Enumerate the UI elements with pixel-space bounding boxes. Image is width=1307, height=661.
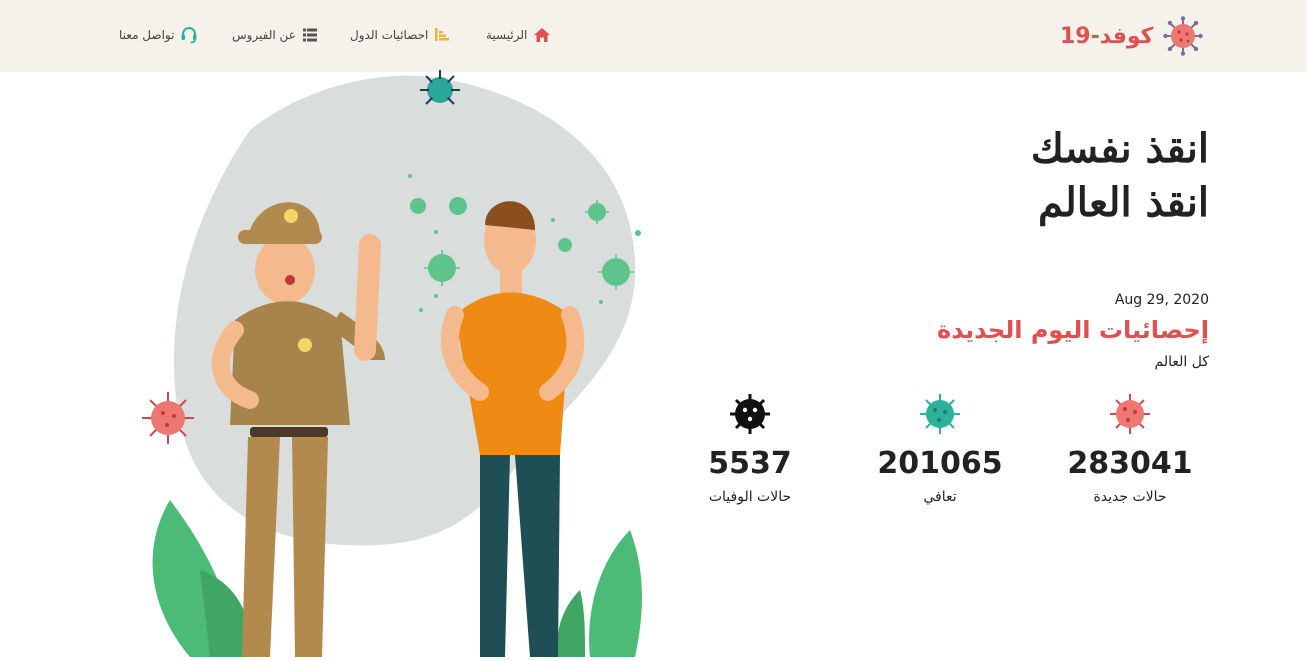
stat-label: حالات جديدة <box>1093 489 1167 505</box>
nav-label-about-virus: عن الفيروس <box>232 28 296 42</box>
headset-icon <box>180 26 198 44</box>
brand-name: كوفد-19 <box>1060 23 1154 49</box>
hero-illustration <box>130 70 650 661</box>
nav-label-home: الرئيسية <box>486 28 528 42</box>
stat-value: 5537 <box>708 446 792 481</box>
stat-label: حالات الوفيات <box>708 489 792 505</box>
hero-heading: انقذ نفسك انقذ العالم <box>1031 122 1209 230</box>
list-icon <box>302 27 318 43</box>
nav-label-country-stats: احصائيات الدول <box>350 28 429 42</box>
hero-line-2: انقذ العالم <box>1038 179 1209 226</box>
brand-logo[interactable]: كوفد-19 <box>1060 14 1204 58</box>
plant-right <box>589 530 642 657</box>
stats-date: Aug 29, 2020 <box>1114 292 1209 308</box>
red-virus-icon <box>1110 394 1150 434</box>
hero-line-1: انقذ نفسك <box>1030 125 1209 172</box>
stat-label: تعافي <box>923 489 957 505</box>
nav-label-contact: تواصل معنا <box>119 28 175 42</box>
stat-new-cases: 283041 حالات جديدة <box>1055 392 1205 505</box>
nav-item-about-virus[interactable]: عن الفيروس <box>232 24 318 46</box>
black-virus-icon <box>730 394 770 434</box>
stat-value: 283041 <box>1067 446 1193 481</box>
nav-item-contact[interactable]: تواصل معنا <box>119 24 198 46</box>
navbar: كوفد-19 الرئيسية احصائيات الدول عن الفير… <box>0 0 1307 72</box>
stats-scope: كل العالم <box>1154 354 1209 370</box>
nav-item-home[interactable]: الرئيسية <box>486 24 551 46</box>
stat-recovered: 201065 تعافي <box>865 392 1015 505</box>
stat-deaths: 5537 حالات الوفيات <box>675 392 825 505</box>
bar-chart-icon <box>434 27 450 43</box>
teal-virus-icon <box>920 394 960 434</box>
home-icon <box>533 27 551 43</box>
nav-item-country-stats[interactable]: احصائيات الدول <box>350 24 450 46</box>
stats-title: إحصائيات اليوم الجديدة <box>937 316 1209 344</box>
virus-icon <box>1163 16 1204 56</box>
stat-value: 201065 <box>877 446 1003 481</box>
